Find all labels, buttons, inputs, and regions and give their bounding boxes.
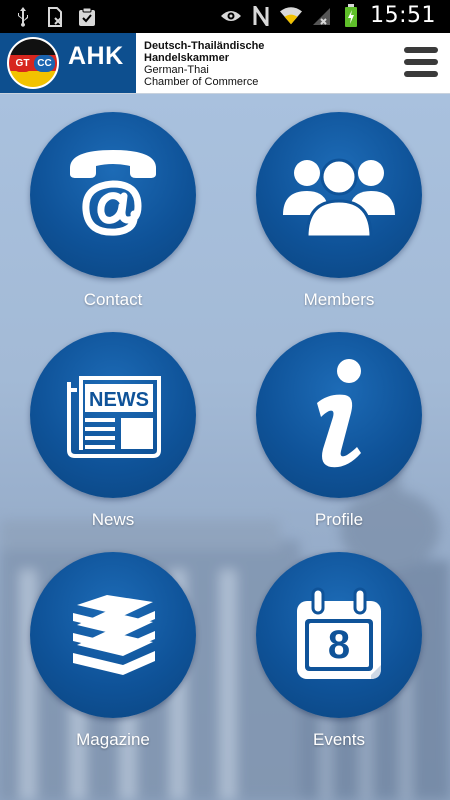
chamber-name-en-line2: Chamber of Commerce (144, 76, 259, 88)
wifi-icon (280, 5, 303, 27)
chamber-name-en-line1: German-Thai (144, 64, 209, 76)
tile-members[interactable]: Members (256, 112, 422, 322)
ahk-logo-text: AHK (68, 42, 124, 70)
gtcc-badge-left: GT (12, 55, 33, 72)
usb-icon (12, 6, 34, 28)
tile-label: Profile (314, 510, 364, 529)
events-button[interactable]: 8 (256, 552, 422, 718)
contact-button[interactable] (30, 112, 196, 278)
sim-blocked-icon (44, 6, 66, 28)
menu-bar-icon (404, 71, 438, 77)
eye-icon (220, 5, 242, 27)
gtcc-badge: GT CC (12, 55, 55, 72)
tile-profile[interactable]: Profile (256, 332, 422, 542)
tile-contact[interactable]: Contact (30, 112, 196, 322)
menu-bar-icon (404, 47, 438, 53)
nfc-icon (250, 5, 272, 27)
chamber-name: Deutsch-Thailändische Handelskammer Germ… (144, 40, 264, 88)
status-bar-system: 15:51 (220, 3, 436, 28)
people-group-icon (283, 158, 395, 239)
tile-label: Magazine (76, 730, 150, 749)
status-bar: 15:51 (0, 0, 450, 33)
battery-charging-icon (340, 3, 362, 27)
phone-at-icon (70, 150, 156, 236)
members-button[interactable] (256, 112, 422, 278)
chamber-name-de-line1: Deutsch-Thailändische (144, 40, 265, 52)
calendar-icon: 8 (291, 587, 387, 683)
tile-label: News (91, 510, 135, 529)
tile-label: Contact (83, 290, 143, 309)
menu-bar-icon (404, 59, 438, 65)
magazine-button[interactable] (30, 552, 196, 718)
gtcc-emblem: GT CC (7, 37, 59, 89)
tile-news[interactable]: NEWS News (30, 332, 196, 542)
info-icon (317, 359, 361, 468)
no-signal-icon (310, 5, 332, 27)
status-time: 15:51 (370, 3, 436, 28)
books-stack-icon (73, 595, 155, 675)
calendar-day: 8 (327, 623, 351, 667)
svg-text:NEWS: NEWS (89, 389, 149, 411)
profile-button[interactable] (256, 332, 422, 498)
news-icon-text: NEWS (89, 389, 149, 411)
tile-events[interactable]: 8 Events (256, 552, 422, 762)
tile-magazine[interactable]: Magazine (30, 552, 196, 762)
ahk-logo[interactable]: GT CC AHK (0, 33, 136, 93)
chamber-name-de-line2: Handelskammer (144, 52, 229, 64)
status-bar-notifications (12, 6, 98, 28)
app-header: GT CC AHK Deutsch-Thailändische Handelsk… (0, 33, 450, 94)
gtcc-badge-right: CC (34, 55, 55, 72)
hamburger-menu-button[interactable] (404, 45, 438, 79)
newspaper-icon: NEWS (67, 376, 161, 458)
tile-label: Members (303, 290, 375, 309)
tile-label: Events (313, 730, 365, 749)
news-button[interactable]: NEWS (30, 332, 196, 498)
clipboard-check-icon (76, 6, 98, 28)
